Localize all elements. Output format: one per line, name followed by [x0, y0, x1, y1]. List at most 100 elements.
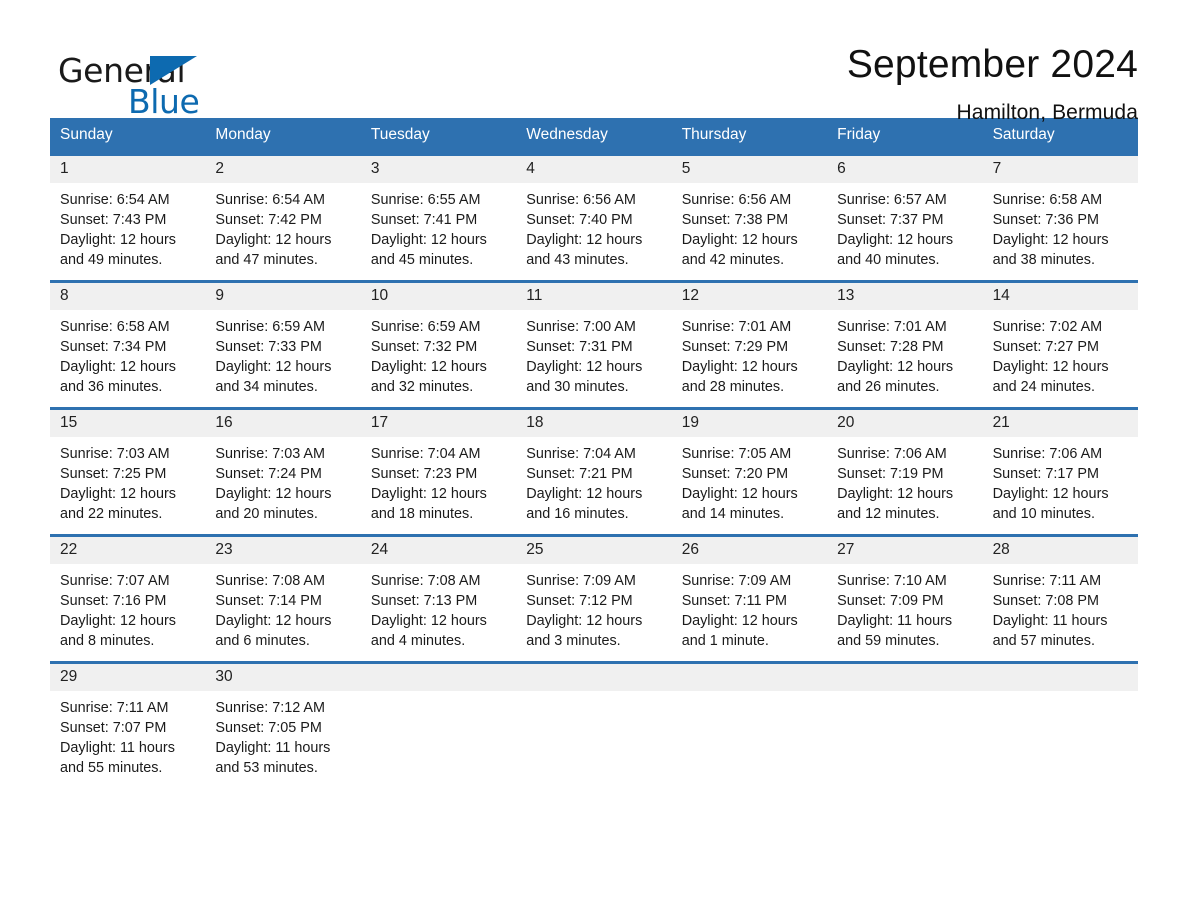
- sunset-text: Sunset: 7:11 PM: [681, 593, 788, 609]
- calendar-week-row: 29 Sunrise: 7:11 AM Sunset: 7:07 PM Dayl…: [50, 661, 1138, 788]
- day-details: Sunrise: 6:58 AM Sunset: 7:34 PM Dayligh…: [50, 310, 205, 407]
- day-number: 3: [370, 160, 380, 177]
- day-cell[interactable]: 14 Sunrise: 7:02 AM Sunset: 7:27 PM Dayl…: [982, 283, 1138, 407]
- day-cell[interactable]: 26 Sunrise: 7:09 AM Sunset: 7:11 PM Dayl…: [671, 537, 828, 661]
- day-cell[interactable]: 27 Sunrise: 7:10 AM Sunset: 7:09 PM Dayl…: [827, 537, 983, 661]
- day-cell[interactable]: 13 Sunrise: 7:01 AM Sunset: 7:28 PM Dayl…: [827, 283, 983, 407]
- day-details: Sunrise: 7:10 AM Sunset: 7:09 PM Dayligh…: [827, 564, 982, 661]
- day-number: 12: [681, 287, 699, 304]
- daylight-text: Daylight: 12 hours and 20 minutes.: [215, 486, 332, 522]
- day-cell[interactable]: 16 Sunrise: 7:03 AM Sunset: 7:24 PM Dayl…: [205, 410, 361, 534]
- sunset-text: Sunset: 7:28 PM: [837, 339, 944, 355]
- day-details: Sunrise: 6:59 AM Sunset: 7:32 PM Dayligh…: [361, 310, 516, 407]
- sunrise-text: Sunrise: 7:09 AM: [526, 573, 636, 589]
- weekday-header-sunday: Sunday: [60, 126, 113, 143]
- weekday-header-saturday: Saturday: [992, 126, 1055, 143]
- day-cell[interactable]: 21 Sunrise: 7:06 AM Sunset: 7:17 PM Dayl…: [982, 410, 1138, 534]
- sunset-text: Sunset: 7:08 PM: [992, 593, 1099, 609]
- calendar-week-row: 8 Sunrise: 6:58 AM Sunset: 7:34 PM Dayli…: [50, 280, 1138, 407]
- day-cell[interactable]: 11 Sunrise: 7:00 AM Sunset: 7:31 PM Dayl…: [516, 283, 672, 407]
- sunset-text: Sunset: 7:05 PM: [215, 720, 322, 736]
- sunset-text: Sunset: 7:20 PM: [681, 466, 789, 482]
- daylight-text: Daylight: 12 hours and 28 minutes.: [681, 359, 798, 395]
- day-cell[interactable]: 12 Sunrise: 7:01 AM Sunset: 7:29 PM Dayl…: [671, 283, 828, 407]
- sunrise-text: Sunrise: 6:59 AM: [370, 319, 481, 335]
- sunrise-text: Sunrise: 7:08 AM: [215, 573, 326, 589]
- day-cell[interactable]: 5 Sunrise: 6:56 AM Sunset: 7:38 PM Dayli…: [671, 156, 828, 280]
- day-details: Sunrise: 7:05 AM Sunset: 7:20 PM Dayligh…: [672, 437, 827, 534]
- daylight-text: Daylight: 12 hours and 36 minutes.: [60, 359, 176, 395]
- daylight-text: Daylight: 11 hours and 55 minutes.: [60, 740, 175, 776]
- day-cell[interactable]: 15 Sunrise: 7:03 AM Sunset: 7:25 PM Dayl…: [50, 410, 206, 534]
- day-cell[interactable]: 1 Sunrise: 6:54 AM Sunset: 7:43 PM Dayli…: [50, 156, 206, 280]
- daylight-text: Daylight: 12 hours and 34 minutes.: [215, 359, 332, 395]
- sunrise-text: Sunrise: 7:08 AM: [370, 573, 481, 589]
- generalblue-logo[interactable]: General Blue: [50, 42, 230, 118]
- day-number: 29: [60, 668, 78, 685]
- page-header: General Blue September 2024 Hamilton, Be…: [50, 0, 1138, 124]
- day-cell[interactable]: 8 Sunrise: 6:58 AM Sunset: 7:34 PM Dayli…: [50, 283, 206, 407]
- day-cell[interactable]: 10 Sunrise: 6:59 AM Sunset: 7:32 PM Dayl…: [360, 283, 517, 407]
- day-details: Sunrise: 6:56 AM Sunset: 7:40 PM Dayligh…: [516, 183, 671, 280]
- sunrise-text: Sunrise: 7:06 AM: [837, 446, 947, 462]
- day-number: 9: [215, 287, 225, 304]
- weekday-header-tuesday: Tuesday: [370, 126, 430, 143]
- day-number: 18: [526, 414, 544, 431]
- day-cell[interactable]: 17 Sunrise: 7:04 AM Sunset: 7:23 PM Dayl…: [360, 410, 517, 534]
- day-cell[interactable]: 18 Sunrise: 7:04 AM Sunset: 7:21 PM Dayl…: [516, 410, 672, 534]
- day-number: 4: [526, 160, 535, 177]
- sunrise-text: Sunrise: 7:03 AM: [60, 446, 170, 462]
- sunrise-text: Sunrise: 7:11 AM: [60, 700, 169, 716]
- sunrise-text: Sunrise: 6:59 AM: [215, 319, 326, 335]
- sunset-text: Sunset: 7:29 PM: [681, 339, 789, 355]
- sunrise-text: Sunrise: 6:58 AM: [992, 192, 1103, 208]
- day-number: 25: [526, 541, 544, 558]
- day-cell[interactable]: 22 Sunrise: 7:07 AM Sunset: 7:16 PM Dayl…: [50, 537, 206, 661]
- sunset-text: Sunset: 7:16 PM: [60, 593, 167, 609]
- sunrise-text: Sunrise: 6:56 AM: [681, 192, 792, 208]
- day-cell[interactable]: 19 Sunrise: 7:05 AM Sunset: 7:20 PM Dayl…: [671, 410, 828, 534]
- day-cell[interactable]: 25 Sunrise: 7:09 AM Sunset: 7:12 PM Dayl…: [516, 537, 672, 661]
- daylight-text: Daylight: 12 hours and 30 minutes.: [526, 359, 643, 395]
- sunset-text: Sunset: 7:12 PM: [526, 593, 633, 609]
- day-details: Sunrise: 7:06 AM Sunset: 7:17 PM Dayligh…: [983, 437, 1138, 534]
- day-number: 27: [837, 541, 855, 558]
- day-number: 19: [681, 414, 699, 431]
- day-number: 7: [992, 160, 1002, 177]
- daylight-text: Daylight: 12 hours and 42 minutes.: [681, 232, 798, 268]
- sunrise-text: Sunrise: 7:12 AM: [215, 700, 326, 716]
- day-cell[interactable]: 6 Sunrise: 6:57 AM Sunset: 7:37 PM Dayli…: [827, 156, 983, 280]
- day-cell[interactable]: 30 Sunrise: 7:12 AM Sunset: 7:05 PM Dayl…: [205, 664, 361, 788]
- day-cell-empty: [671, 664, 828, 788]
- sunrise-text: Sunrise: 7:04 AM: [370, 446, 481, 462]
- day-cell[interactable]: 9 Sunrise: 6:59 AM Sunset: 7:33 PM Dayli…: [205, 283, 361, 407]
- sunset-text: Sunset: 7:21 PM: [526, 466, 633, 482]
- day-cell[interactable]: 4 Sunrise: 6:56 AM Sunset: 7:40 PM Dayli…: [516, 156, 672, 280]
- day-cell[interactable]: 2 Sunrise: 6:54 AM Sunset: 7:42 PM Dayli…: [205, 156, 361, 280]
- day-cell[interactable]: 20 Sunrise: 7:06 AM Sunset: 7:19 PM Dayl…: [827, 410, 983, 534]
- daylight-text: Daylight: 11 hours and 59 minutes.: [837, 613, 953, 649]
- calendar-week-row: 1 Sunrise: 6:54 AM Sunset: 7:43 PM Dayli…: [50, 153, 1138, 280]
- sunset-text: Sunset: 7:31 PM: [526, 339, 633, 355]
- day-cell[interactable]: 28 Sunrise: 7:11 AM Sunset: 7:08 PM Dayl…: [982, 537, 1138, 661]
- weekday-header-wednesday: Wednesday: [526, 126, 608, 143]
- sunset-text: Sunset: 7:17 PM: [992, 466, 1099, 482]
- day-details: Sunrise: 6:56 AM Sunset: 7:38 PM Dayligh…: [672, 183, 827, 280]
- page-title: September 2024: [846, 43, 1138, 86]
- daylight-text: Daylight: 12 hours and 14 minutes.: [681, 486, 798, 522]
- day-cell[interactable]: 7 Sunrise: 6:58 AM Sunset: 7:36 PM Dayli…: [982, 156, 1138, 280]
- day-cell[interactable]: 3 Sunrise: 6:55 AM Sunset: 7:41 PM Dayli…: [360, 156, 517, 280]
- daylight-text: Daylight: 11 hours and 53 minutes.: [215, 740, 331, 776]
- sunset-text: Sunset: 7:19 PM: [837, 466, 944, 482]
- daylight-text: Daylight: 12 hours and 16 minutes.: [526, 486, 643, 522]
- day-cell[interactable]: 24 Sunrise: 7:08 AM Sunset: 7:13 PM Dayl…: [360, 537, 517, 661]
- daylight-text: Daylight: 12 hours and 32 minutes.: [370, 359, 487, 395]
- day-cell[interactable]: 29 Sunrise: 7:11 AM Sunset: 7:07 PM Dayl…: [50, 664, 206, 788]
- day-details: Sunrise: 6:57 AM Sunset: 7:37 PM Dayligh…: [827, 183, 982, 280]
- daylight-text: Daylight: 12 hours and 12 minutes.: [837, 486, 954, 522]
- daylight-text: Daylight: 12 hours and 22 minutes.: [60, 486, 176, 522]
- sunrise-text: Sunrise: 7:01 AM: [837, 319, 947, 335]
- day-cell[interactable]: 23 Sunrise: 7:08 AM Sunset: 7:14 PM Dayl…: [205, 537, 361, 661]
- day-number-band: [671, 664, 828, 691]
- day-number: 11: [526, 287, 543, 304]
